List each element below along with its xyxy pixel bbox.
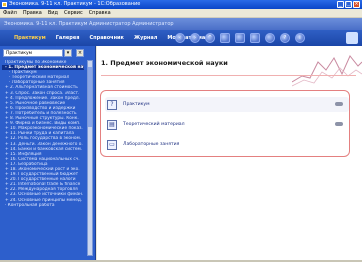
menu-bar: Файл Правка Вид Сервис Справка bbox=[0, 9, 362, 18]
tree-item[interactable]: · Контрольная работа bbox=[2, 203, 84, 208]
toolbar-icons: ‹ › ^ ? i bbox=[175, 33, 305, 43]
minimize-icon[interactable]: _ bbox=[337, 1, 344, 8]
item-theory[interactable]: ▤ Теоретический материал bbox=[105, 117, 349, 132]
item-lab[interactable]: ▭ Лабораторные занятия bbox=[105, 137, 349, 152]
menu-service[interactable]: Сервис bbox=[64, 10, 83, 16]
tree-item[interactable]: + 2. Альтернативная стоимость bbox=[2, 85, 84, 90]
book-icon: ▤ bbox=[107, 119, 117, 130]
item-label: Теоретический материал bbox=[123, 122, 185, 127]
tab-reference[interactable]: Справочник bbox=[89, 35, 123, 41]
eye-icon[interactable] bbox=[335, 122, 343, 126]
app-window: Экономика. 9-11 кл. Практикум - 1С:Образ… bbox=[0, 0, 362, 262]
menu-file[interactable]: Файл bbox=[3, 10, 17, 16]
up-icon[interactable]: ^ bbox=[205, 33, 215, 43]
tree-item[interactable]: + 12. Роль государства в эконом. bbox=[2, 136, 84, 141]
tree-item[interactable]: + 24. Основные принципы менед. bbox=[2, 198, 84, 203]
topic-tree: Практикумы по Экономике - 1. Предмет экон… bbox=[2, 60, 84, 258]
decorative-graph-icon bbox=[292, 55, 362, 87]
chevron-down-icon[interactable]: ▾ bbox=[64, 49, 72, 57]
app-icon bbox=[2, 2, 7, 7]
content-area: 1. Предмет экономической науки ? Практик… bbox=[97, 46, 362, 260]
menu-help[interactable]: Справка bbox=[89, 10, 111, 16]
tree-item[interactable]: + 13. Деньги. Закон денежного о. bbox=[2, 142, 84, 147]
close-icon[interactable]: × bbox=[353, 1, 360, 8]
scrollbar-thumb[interactable] bbox=[88, 67, 92, 127]
tree-item[interactable]: + 14. Банки и банковская систем. bbox=[2, 147, 84, 152]
tab-practicum[interactable]: Практикум bbox=[14, 35, 46, 41]
question-icon: ? bbox=[107, 99, 117, 110]
eye-icon[interactable] bbox=[335, 102, 343, 106]
print-icon[interactable] bbox=[220, 33, 230, 43]
info-icon[interactable]: i bbox=[295, 33, 305, 43]
window-controls: _ □ × bbox=[337, 1, 360, 8]
tab-gallery[interactable]: Галерея bbox=[56, 35, 80, 41]
menu-view[interactable]: Вид bbox=[48, 10, 58, 16]
navigation-panel: Практикум ▾ × Практикумы по Экономике - 1… bbox=[0, 46, 96, 260]
materials-panel: ? Практикум ▤ Теоретический материал ▭ Л… bbox=[100, 90, 350, 157]
menu-edit[interactable]: Правка bbox=[23, 10, 42, 16]
window-title: Экономика. 9-11 кл. Практикум - 1С:Образ… bbox=[9, 1, 141, 7]
toolbar: Практикум Галерея Справочник Журнал Мои … bbox=[0, 30, 362, 46]
app-header: Экономика. 9-11 кл. Практикум Администра… bbox=[0, 18, 362, 30]
title-divider bbox=[101, 75, 356, 76]
forward-icon[interactable]: › bbox=[190, 33, 200, 43]
title-bar: Экономика. 9-11 кл. Практикум - 1С:Образ… bbox=[0, 0, 362, 9]
tab-journal[interactable]: Журнал bbox=[134, 35, 157, 41]
help-icon[interactable]: ? bbox=[280, 33, 290, 43]
maximize-icon[interactable]: □ bbox=[345, 1, 352, 8]
tree-item[interactable]: + 3. Спрос. Закон спроса. Эласт. bbox=[2, 91, 84, 96]
folder-icon: ▭ bbox=[107, 139, 117, 150]
panel-close-icon[interactable]: × bbox=[76, 49, 84, 57]
tools-icon[interactable] bbox=[265, 33, 275, 43]
back-icon[interactable]: ‹ bbox=[175, 33, 185, 43]
tree-item[interactable]: + 4. Предложение. Закон предл. bbox=[2, 96, 84, 101]
page-title: 1. Предмет экономической науки bbox=[101, 59, 228, 67]
tree-scrollbar[interactable] bbox=[87, 60, 93, 256]
item-label: Лабораторные занятия bbox=[123, 142, 180, 147]
tree-item[interactable]: + 23. Основные источники финан. bbox=[2, 192, 84, 197]
item-practicum[interactable]: ? Практикум bbox=[105, 97, 349, 112]
section-selector[interactable]: Практикум bbox=[3, 49, 63, 57]
copy-icon[interactable] bbox=[235, 33, 245, 43]
bookmark-icon[interactable] bbox=[250, 33, 260, 43]
brand-logo-icon bbox=[346, 32, 358, 44]
item-label: Практикум bbox=[123, 102, 150, 107]
